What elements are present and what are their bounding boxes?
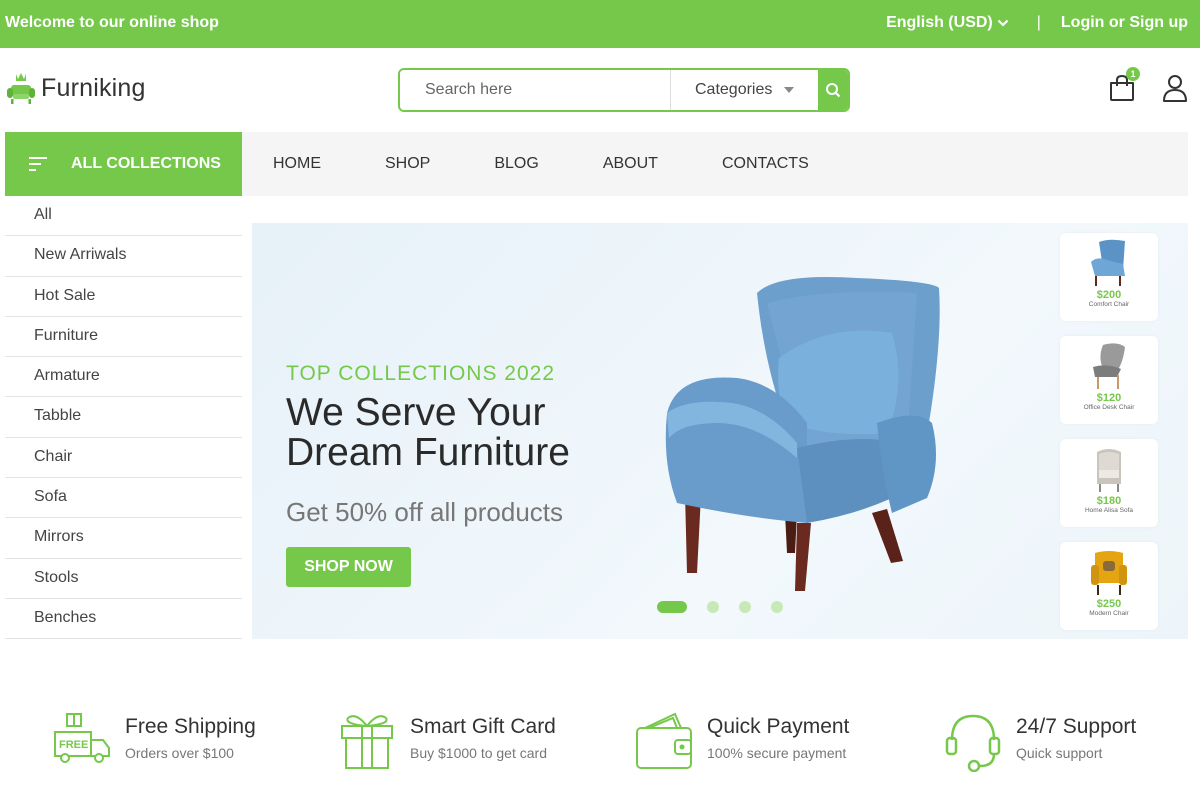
blue-armchair-image [1091,239,1125,286]
feature-title: Smart Gift Card [410,715,556,738]
sidebar-item-stools[interactable]: Stools [5,559,242,599]
headset-icon [945,714,1001,772]
svg-text:FREE: FREE [59,739,88,751]
chevron-down-icon [997,19,1009,27]
product-thumb-comfort-chair[interactable]: $200 Comfort Chair [1060,233,1158,321]
shop-now-button[interactable]: SHOP NOW [286,547,411,587]
search-icon [826,83,841,98]
sidebar-item-new-arrivals[interactable]: New Arriwals [5,236,242,277]
features-row: FREE Free Shipping Orders over $100 Smar… [0,700,1200,780]
thumb-name: Modern Chair [1089,610,1129,617]
cart-button[interactable]: 1 [1108,67,1140,107]
feature-quick-payment: Quick Payment 100% secure payment [635,710,849,770]
top-bar-right: English (USD) | Login or Sign up [886,14,1188,32]
separator: | [1036,14,1041,31]
sidebar-item-chair[interactable]: Chair [5,438,242,479]
slider-dot-3[interactable] [739,601,751,613]
feature-gift-card: Smart Gift Card Buy $1000 to get card [338,710,556,770]
hero-subtitle: Get 50% off all products [286,497,564,527]
slider-dot-2[interactable] [707,601,719,613]
grey-chair-image [1093,343,1125,389]
product-thumb-office-desk-chair[interactable]: $120 Office Desk Chair [1060,336,1158,424]
header-icons: 1 [1108,67,1188,107]
sidebar-item-all[interactable]: All [5,196,242,237]
login-signup-link[interactable]: Login or Sign up [1061,14,1188,32]
feature-subtitle: Buy $1000 to get card [410,745,547,761]
user-icon [1163,75,1187,102]
search-input[interactable] [400,70,670,110]
all-collections-button[interactable]: ALL COLLECTIONS [5,132,242,196]
product-thumb-home-alisa-sofa[interactable]: $180 Home Alisa Sofa [1060,439,1158,527]
yellow-armchair-image [1091,551,1127,595]
welcome-text: Welcome to our online shop [5,14,219,31]
sidebar-item-sofa[interactable]: Sofa [5,478,242,519]
product-thumbnails: $200 Comfort Chair $120 Office Desk Chai… [1060,233,1158,639]
sidebar-item-furniture[interactable]: Furniture [5,317,242,358]
categories-label: Categories [695,81,773,98]
thumb-price: $180 [1096,495,1122,507]
thumb-price: $200 [1096,289,1122,301]
logo-armchair-crown-icon [7,73,35,104]
gift-icon [341,715,393,769]
cart-count-badge: 1 [1126,67,1140,81]
top-bar: Welcome to our online shop English (USD)… [0,0,1200,48]
sidebar-item-mirrors[interactable]: Mirrors [5,518,242,559]
search-button[interactable] [818,70,848,110]
sidebar-item-hot-sale[interactable]: Hot Sale [5,277,242,317]
slider-dot-4[interactable] [771,601,783,613]
nav-home[interactable]: HOME [273,155,321,173]
thumb-price: $120 [1096,392,1122,404]
nav-blog[interactable]: BLOG [494,155,538,173]
feature-subtitle: Orders over $100 [125,745,234,761]
thumb-name: Comfort Chair [1088,301,1130,308]
menu-icon [29,157,47,171]
feature-subtitle: Quick support [1016,745,1103,761]
brand-name: Furniking [41,73,146,102]
hero-eyebrow: TOP COLLECTIONS 2022 [286,362,555,385]
product-thumb-modern-chair[interactable]: $250 Modern Chair [1060,542,1158,630]
nav-contacts[interactable]: CONTACTS [722,155,809,173]
nav-shop[interactable]: SHOP [385,155,430,173]
feature-title: Quick Payment [707,715,850,738]
feature-free-shipping: FREE Free Shipping Orders over $100 [53,710,256,766]
logo[interactable]: Furniking [5,70,146,106]
thumb-name: Office Desk Chair [1083,404,1135,411]
caret-down-icon [784,87,795,93]
account-button[interactable] [1162,74,1188,107]
thumb-price: $250 [1096,598,1122,610]
feature-subtitle: 100% secure payment [707,745,847,761]
hero-title: We Serve Your Dream Furniture [286,391,570,474]
sidebar-item-benches[interactable]: Benches [5,599,242,640]
main-nav: HOME SHOP BLOG ABOUT CONTACTS [242,132,1188,196]
free-shipping-truck-icon: FREE [54,713,110,763]
feature-title: Free Shipping [125,715,256,738]
hero-armchair-image [665,277,940,591]
wicker-chair-image [1097,449,1121,492]
categories-dropdown[interactable]: Categories [670,70,818,110]
sidebar-item-armature[interactable]: Armature [5,357,242,398]
all-collections-label: ALL COLLECTIONS [71,155,221,172]
feature-title: 24/7 Support [1016,715,1137,738]
header: Furniking Categories 1 [0,48,1200,132]
feature-support: 24/7 Support Quick support [944,710,1136,772]
search-bar: Categories [398,68,850,112]
language-label: English (USD) [886,14,993,31]
wallet-icon [636,712,692,769]
nav-about[interactable]: ABOUT [603,155,658,173]
thumb-name: Home Alisa Sofa [1084,507,1134,514]
collections-sidebar: All New Arriwals Hot Sale Furniture Arma… [5,196,242,640]
slider-pagination [657,601,783,613]
sidebar-item-table[interactable]: Tabble [5,397,242,438]
language-currency-selector[interactable]: English (USD) [886,14,1009,32]
hero-banner: TOP COLLECTIONS 2022 We Serve Your Dream… [252,223,1188,639]
slider-dot-1[interactable] [657,601,687,613]
